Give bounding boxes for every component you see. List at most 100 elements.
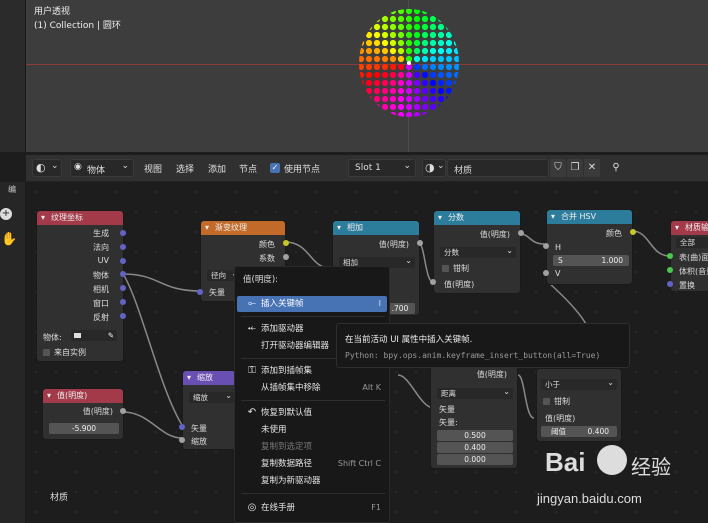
material-output-node[interactable]: 材质输出 全部 表(曲)面 体积(音量) 置换 — [670, 220, 708, 292]
socket-label: 值(明度) — [476, 370, 507, 379]
vector-scale-node[interactable]: 缩放 缩放 矢量 缩放 — [182, 370, 236, 450]
socket[interactable] — [667, 281, 673, 287]
vector-z-field[interactable]: 0.000 — [437, 454, 513, 465]
socket[interactable] — [430, 279, 436, 285]
socket[interactable] — [120, 313, 126, 319]
material-label: 材质 — [50, 493, 69, 503]
keyframe-icon: ⟜ — [248, 298, 256, 309]
threshold-field[interactable]: 阈值 0.400 — [541, 426, 617, 437]
link-to-distance — [397, 374, 435, 409]
socket[interactable] — [120, 258, 126, 264]
socket[interactable] — [179, 424, 185, 430]
menu-item-label: 插入关键帧 — [261, 299, 304, 309]
vector-distance-node[interactable]: 值(明度) 距离 矢量 矢量: 0.500 0.400 0.000 — [430, 365, 518, 469]
target-dropdown[interactable]: 全部 — [676, 235, 708, 248]
socket-label: 系数 — [259, 254, 275, 263]
socket-label: 值(明度) — [479, 230, 510, 239]
socket-label: 值(明度) — [378, 240, 409, 249]
menu-item-online-manual[interactable]: ◎ 在线手册 F1 — [237, 500, 387, 516]
node-title: 分数 — [434, 211, 520, 225]
object-field-label: 物体: — [43, 333, 62, 342]
socket-label: 缩放 — [191, 437, 207, 446]
math-less-than-node[interactable]: 小于 钳制 值(明度) 阈值 0.400 — [536, 368, 622, 442]
socket[interactable] — [120, 230, 126, 236]
menu-shortcut: Alt K — [362, 383, 381, 392]
menu-item-remove-keying-set[interactable]: 从插帧集中移除 Alt K — [237, 380, 387, 396]
field-value: 0.400 — [587, 427, 609, 436]
socket-label: 颜色 — [606, 229, 622, 238]
help-icon: ◎ — [247, 502, 257, 513]
socket[interactable] — [120, 299, 126, 305]
socket[interactable] — [120, 285, 126, 291]
reset-icon: ↶ — [247, 407, 257, 418]
menu-title: 值(明度): — [243, 275, 278, 285]
socket-label: 值(明度) — [444, 280, 475, 289]
combine-hsv-node[interactable]: 合并 HSV 颜色 H S 1.000 V — [546, 209, 633, 285]
node-title: 缩放 — [183, 371, 235, 385]
from-instancer-label: 来自实例 — [54, 348, 86, 357]
menu-shortcut: I — [378, 299, 381, 308]
clamp-checkbox[interactable] — [543, 398, 550, 405]
socket[interactable] — [630, 229, 636, 235]
menu-item-reset-default[interactable]: ↶ 恢复到默认值 — [237, 405, 387, 421]
menu-item-copy-as-new-driver[interactable]: 复制为新驱动器 — [237, 473, 387, 489]
socket[interactable] — [197, 289, 203, 295]
socket[interactable] — [120, 271, 126, 277]
saturation-field[interactable]: S 1.000 — [553, 255, 629, 266]
socket-label: 窗口 — [93, 299, 109, 308]
socket[interactable] — [179, 437, 185, 443]
socket[interactable] — [417, 240, 423, 246]
socket[interactable] — [667, 253, 673, 259]
watermark-brand-suffix: 经验 — [631, 455, 671, 479]
tooltip-description: 在当前活动 UI 属性中插入关键帧. — [345, 335, 473, 345]
object-picker[interactable]: ✎ — [71, 330, 117, 341]
vector-x-field[interactable]: 0.500 — [437, 430, 513, 441]
eyedropper-icon: ✎ — [107, 331, 114, 340]
menu-item-label: 复制到选定项 — [261, 442, 313, 452]
clamp-label: 钳制 — [453, 264, 469, 273]
socket-label: 值(明度) — [545, 414, 576, 423]
driver-icon: ⤝ — [248, 323, 256, 334]
link-gradient-add — [284, 241, 331, 269]
socket[interactable] — [120, 244, 126, 250]
menu-item-copy-to-selected: 复制到选定项 — [237, 439, 387, 455]
texture-coordinate-node[interactable]: 纹理坐标 生成 法向 UV 物体 相机 窗口 反射 物体: ✎ 来自实例 — [36, 210, 124, 362]
link-texcoord-scale — [122, 273, 183, 426]
socket[interactable] — [120, 408, 126, 414]
menu-item-copy-data-path[interactable]: 复制数据路径 Shift Ctrl C — [237, 456, 387, 472]
menu-item-insert-keyframe[interactable]: ⟜ 插入关键帧 I — [237, 296, 387, 312]
math-fraction-node[interactable]: 分数 值(明度) 分数 钳制 值(明度) — [433, 210, 521, 294]
node-title: 值(明度) — [43, 389, 123, 403]
socket[interactable] — [543, 270, 549, 276]
socket[interactable] — [667, 267, 673, 273]
socket-label: 置换 — [679, 281, 695, 290]
from-instancer-checkbox[interactable] — [43, 349, 50, 356]
menu-item-unused[interactable]: 未使用 — [237, 422, 387, 438]
socket[interactable] — [518, 230, 524, 236]
math-mode-dropdown[interactable]: 缩放 — [189, 390, 235, 403]
node-title: 纹理坐标 — [37, 211, 123, 225]
vector-y-field[interactable]: 0.400 — [437, 442, 513, 453]
watermark-url: jingyan.baidu.com — [537, 491, 642, 506]
keying-set-icon: ⚿ — [248, 365, 256, 376]
tooltip: 在当前活动 UI 属性中插入关键帧. Python: bpy.ops.anim.… — [336, 323, 630, 368]
socket-label: H — [555, 243, 562, 252]
menu-item-label: 复制数据路径 — [261, 459, 313, 469]
link-hsv-output — [631, 230, 671, 257]
socket-label: 矢量 — [191, 424, 207, 433]
socket-label: 矢量: — [439, 418, 458, 427]
socket[interactable] — [283, 254, 289, 260]
clamp-label: 钳制 — [554, 397, 570, 406]
socket[interactable] — [543, 243, 549, 249]
clamp-checkbox[interactable] — [442, 265, 449, 272]
menu-item-label: 复制为新驱动器 — [261, 476, 321, 486]
value-field[interactable]: -5.900 — [49, 423, 119, 434]
node-title: 合并 HSV — [547, 210, 632, 224]
value-node[interactable]: 值(明度) 值(明度) -5.900 — [42, 388, 124, 440]
math-mode-dropdown[interactable]: 分数 — [440, 245, 516, 258]
paw-logo-icon — [597, 445, 627, 475]
menu-item-label: 在线手册 — [261, 503, 296, 513]
math-mode-dropdown[interactable]: 距离 — [437, 386, 513, 399]
math-mode-dropdown[interactable]: 小于 — [541, 377, 617, 390]
socket[interactable] — [283, 240, 289, 246]
